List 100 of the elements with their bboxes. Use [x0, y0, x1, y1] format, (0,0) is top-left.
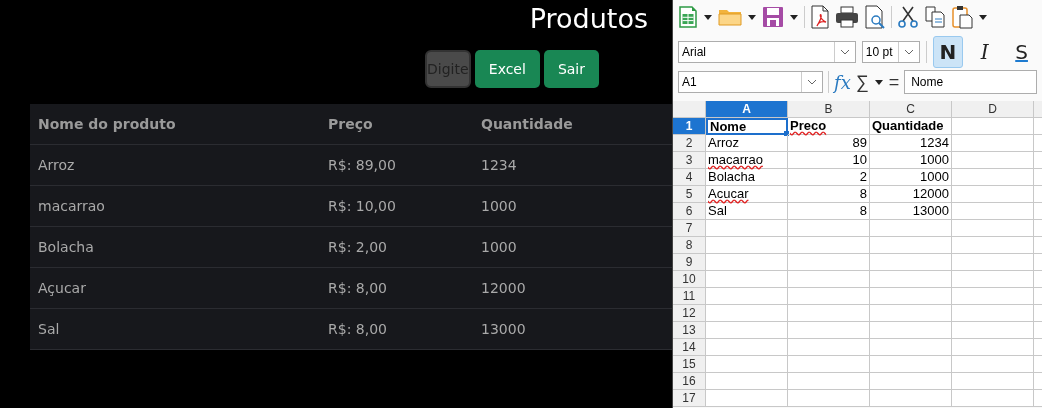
- clipboard-icon[interactable]: [951, 5, 973, 29]
- sheet-cell[interactable]: [706, 373, 788, 390]
- sheet-cell[interactable]: [952, 135, 1034, 152]
- caret-icon[interactable]: [789, 13, 799, 21]
- sheet-cell[interactable]: [870, 339, 952, 356]
- sheet-cell[interactable]: [952, 169, 1034, 186]
- sheet-cell[interactable]: [788, 288, 870, 305]
- sheet-cell[interactable]: [870, 322, 952, 339]
- sheet-cell[interactable]: [788, 271, 870, 288]
- row-header[interactable]: 13: [673, 322, 706, 339]
- sheet-cell[interactable]: Arroz: [706, 135, 788, 152]
- fill-handle[interactable]: [784, 131, 789, 136]
- sheet-cell[interactable]: 1000: [870, 169, 952, 186]
- save-icon[interactable]: [762, 6, 784, 28]
- column-header[interactable]: D: [952, 101, 1034, 118]
- row-header[interactable]: 11: [673, 288, 706, 305]
- sheet-cell[interactable]: Preco: [788, 118, 870, 135]
- sheet-cell[interactable]: [870, 254, 952, 271]
- sheet-cell[interactable]: [706, 339, 788, 356]
- folder-icon[interactable]: [718, 7, 742, 27]
- row-header[interactable]: 8: [673, 237, 706, 254]
- sheet-cell[interactable]: [952, 390, 1034, 407]
- row-header[interactable]: 16: [673, 373, 706, 390]
- sheet-cell[interactable]: 8: [788, 203, 870, 220]
- sheet-cell[interactable]: [706, 288, 788, 305]
- sheet-cell[interactable]: [706, 220, 788, 237]
- sheet-cell[interactable]: [788, 356, 870, 373]
- row-header[interactable]: 5: [673, 186, 706, 203]
- sheet-cell[interactable]: 1000: [870, 152, 952, 169]
- sheet-cell[interactable]: [870, 305, 952, 322]
- sheet-cell[interactable]: [706, 305, 788, 322]
- sheet-cell[interactable]: [952, 237, 1034, 254]
- sheet-cell[interactable]: [788, 237, 870, 254]
- sheet-cell[interactable]: [870, 373, 952, 390]
- sheet-cell[interactable]: Nome: [706, 118, 788, 135]
- sheet-cell[interactable]: [788, 390, 870, 407]
- sheet-cell[interactable]: [952, 322, 1034, 339]
- caret-icon[interactable]: [873, 78, 884, 86]
- sheet-cell[interactable]: [788, 254, 870, 271]
- sheet-cell[interactable]: [952, 186, 1034, 203]
- font-name-field[interactable]: Arial: [678, 41, 856, 63]
- sheet-cell[interactable]: [870, 390, 952, 407]
- function-wizard-button[interactable]: fx: [834, 71, 851, 93]
- formula-input[interactable]: Nome: [904, 70, 1037, 94]
- sheet-cell[interactable]: [870, 356, 952, 373]
- row-header[interactable]: 1: [673, 118, 706, 135]
- name-box[interactable]: A1: [678, 71, 823, 93]
- sheet-cell[interactable]: [952, 288, 1034, 305]
- sheet-cell[interactable]: [788, 339, 870, 356]
- row-header[interactable]: 15: [673, 356, 706, 373]
- sheet-cell[interactable]: [952, 271, 1034, 288]
- caret-icon[interactable]: [747, 13, 757, 21]
- sheet-cell[interactable]: macarrao: [706, 152, 788, 169]
- sheet-cell[interactable]: [952, 356, 1034, 373]
- sheet-cell[interactable]: Bolacha: [706, 169, 788, 186]
- sheet-cell[interactable]: Acucar: [706, 186, 788, 203]
- sheet-cell[interactable]: 1234: [870, 135, 952, 152]
- formula-button[interactable]: =: [888, 71, 900, 93]
- sheet-cell[interactable]: 2: [788, 169, 870, 186]
- bold-button[interactable]: N: [932, 36, 964, 68]
- font-size-field[interactable]: 10 pt: [861, 41, 920, 63]
- sheet-cell[interactable]: [788, 322, 870, 339]
- row-header[interactable]: 9: [673, 254, 706, 271]
- copy-icon[interactable]: [924, 6, 946, 28]
- underline-button[interactable]: S: [1006, 36, 1037, 68]
- sheet-cell[interactable]: Quantidade: [870, 118, 952, 135]
- export-button[interactable]: Excel: [474, 50, 540, 88]
- caret-icon[interactable]: [703, 13, 713, 21]
- row-header[interactable]: 4: [673, 169, 706, 186]
- sheet-cell[interactable]: [870, 288, 952, 305]
- sum-button[interactable]: ∑: [855, 71, 869, 93]
- select-all-corner[interactable]: [673, 101, 706, 118]
- sheet-cell[interactable]: [952, 305, 1034, 322]
- pdf-icon[interactable]: [810, 5, 830, 29]
- row-header[interactable]: 3: [673, 152, 706, 169]
- caret-icon[interactable]: [978, 13, 988, 21]
- row-header[interactable]: 2: [673, 135, 706, 152]
- printer-icon[interactable]: [835, 6, 859, 28]
- sheet-cell[interactable]: [870, 220, 952, 237]
- row-header[interactable]: 6: [673, 203, 706, 220]
- sheet-cell[interactable]: [706, 356, 788, 373]
- sheet-cell[interactable]: 12000: [870, 186, 952, 203]
- sheet-cell[interactable]: [952, 220, 1034, 237]
- sheet-cell[interactable]: [788, 373, 870, 390]
- column-header[interactable]: A: [706, 101, 788, 118]
- row-header[interactable]: 14: [673, 339, 706, 356]
- sheet-cell[interactable]: [952, 118, 1034, 135]
- sheet-cell[interactable]: 10: [788, 152, 870, 169]
- print-preview-icon[interactable]: [864, 5, 886, 29]
- exit-button[interactable]: Sair: [543, 50, 599, 88]
- sheet-cell[interactable]: 8: [788, 186, 870, 203]
- row-header[interactable]: 17: [673, 390, 706, 407]
- sheet-cell[interactable]: [952, 152, 1034, 169]
- sheet-cell[interactable]: [788, 220, 870, 237]
- row-header[interactable]: 7: [673, 220, 706, 237]
- sheet-cell[interactable]: [952, 339, 1034, 356]
- sheet-cell[interactable]: Sal: [706, 203, 788, 220]
- sheet-cell[interactable]: [706, 237, 788, 254]
- sheet-cell[interactable]: 13000: [870, 203, 952, 220]
- sheet-cell[interactable]: [952, 373, 1034, 390]
